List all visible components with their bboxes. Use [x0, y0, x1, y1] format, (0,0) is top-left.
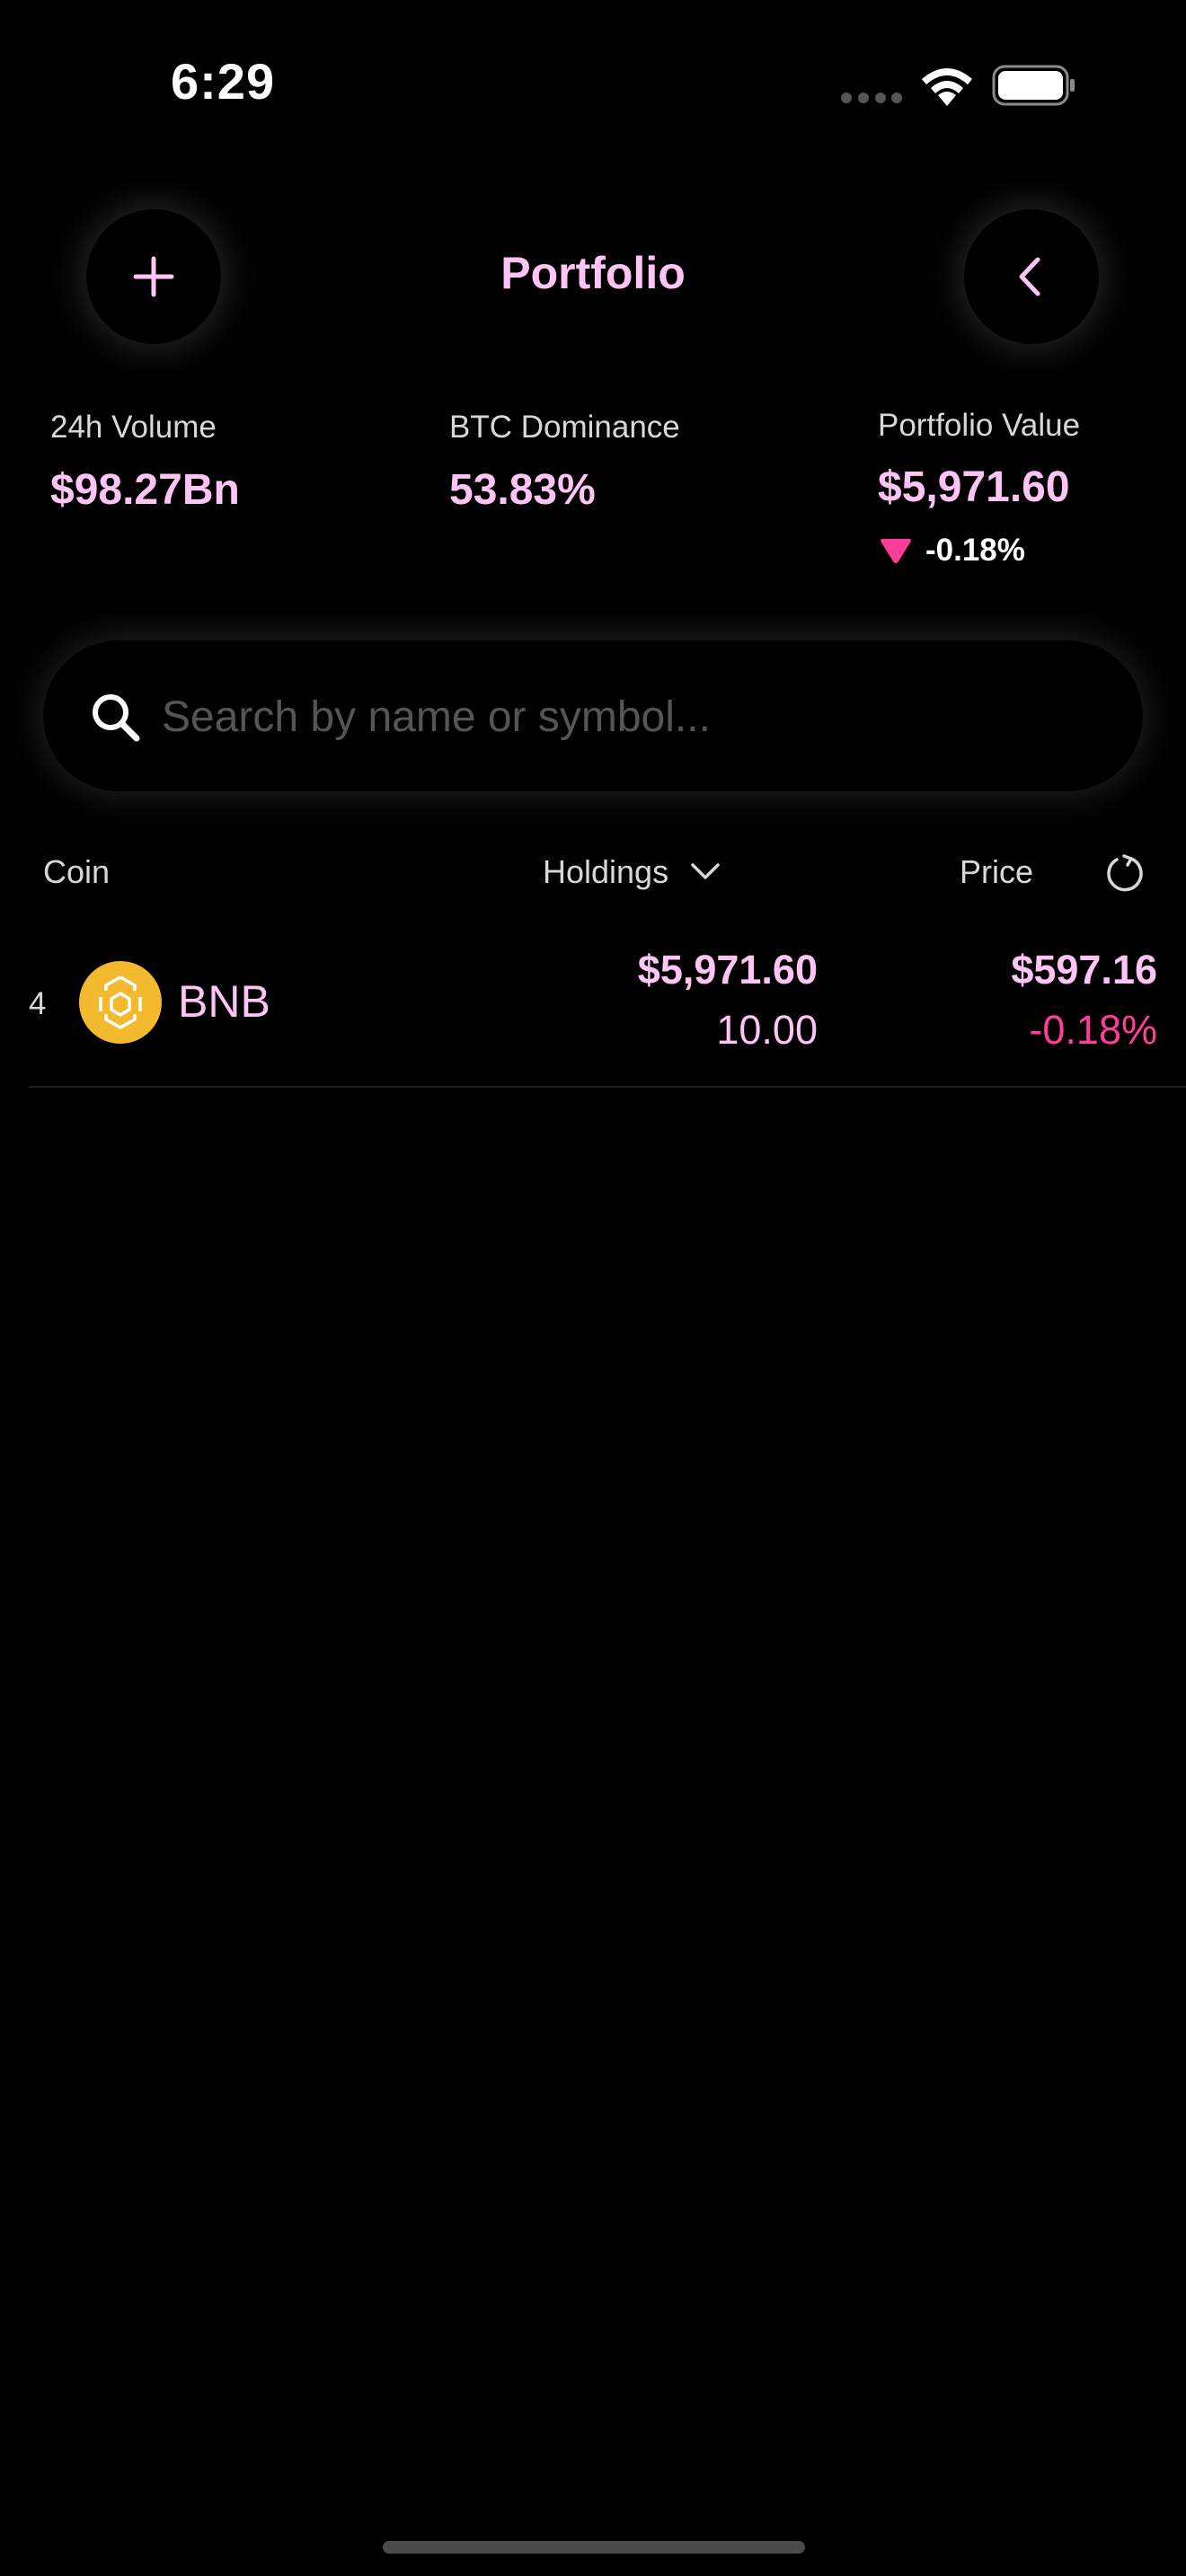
- portfolio-value: $5,971.60: [878, 463, 1070, 511]
- portfolio-value-label: Portfolio Value: [878, 408, 1081, 443]
- holdings-amount: 10.00: [716, 1007, 818, 1053]
- chevron-left-icon: [1019, 257, 1040, 296]
- bnb-logo-icon: [79, 961, 162, 1044]
- column-header-price[interactable]: Price: [960, 853, 1033, 891]
- add-button[interactable]: [86, 209, 221, 344]
- triangle-down-icon: [881, 539, 911, 563]
- holdings-value: $5,971.60: [637, 947, 818, 992]
- home-indicator[interactable]: [383, 2541, 805, 2554]
- column-header-coin[interactable]: Coin: [43, 853, 110, 891]
- search-input[interactable]: [162, 678, 1096, 755]
- portfolio-change: -0.18%: [925, 533, 1025, 568]
- plus-icon: [133, 256, 174, 297]
- coin-symbol: BNB: [178, 976, 270, 1027]
- search-icon: [93, 694, 140, 742]
- coin-rank: 4: [29, 986, 47, 1021]
- column-header-holdings[interactable]: Holdings: [543, 853, 668, 891]
- dominance-value: 53.83%: [449, 466, 596, 514]
- price-change: -0.18%: [1029, 1007, 1157, 1053]
- back-button[interactable]: [964, 209, 1099, 344]
- row-divider: [29, 1086, 1186, 1088]
- chevron-down-icon[interactable]: [690, 860, 721, 882]
- wifi-icon: [922, 68, 972, 106]
- status-time: 6:29: [171, 53, 276, 110]
- refresh-icon[interactable]: [1104, 853, 1144, 893]
- battery-icon: [992, 65, 1075, 106]
- volume-value: $98.27Bn: [50, 466, 240, 514]
- dominance-label: BTC Dominance: [449, 410, 680, 445]
- cellular-signal-icon: [841, 93, 902, 103]
- holdings-header-label: Holdings: [543, 853, 669, 890]
- volume-label: 24h Volume: [50, 410, 217, 445]
- coin-price: $597.16: [1011, 947, 1157, 992]
- page-title: Portfolio: [500, 248, 686, 298]
